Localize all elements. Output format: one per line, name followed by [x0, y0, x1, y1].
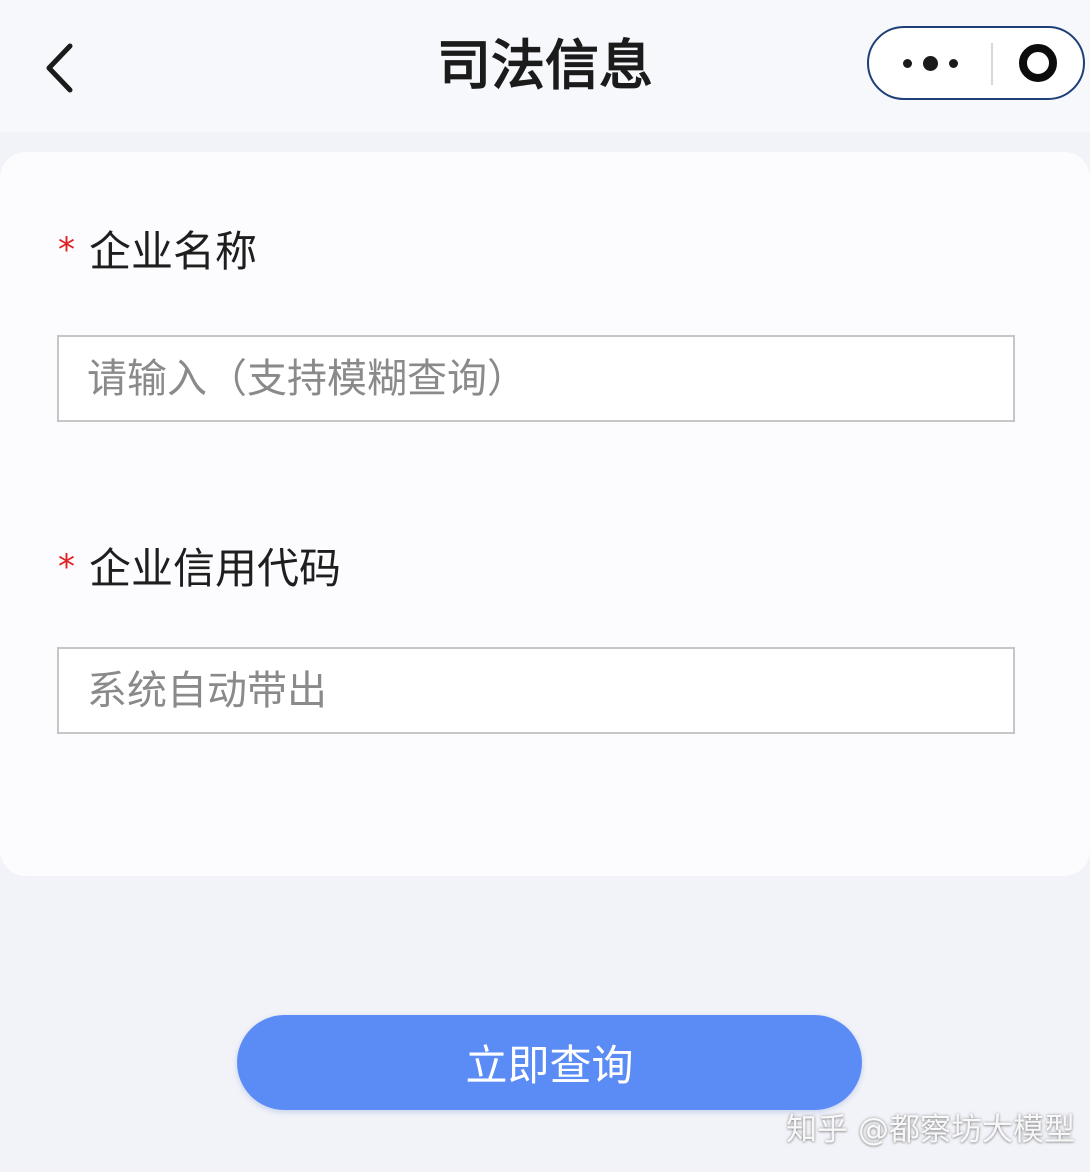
more-dots-icon	[902, 58, 912, 68]
required-asterisk: *	[58, 547, 75, 587]
mini-program-capsule	[867, 26, 1085, 100]
page-title: 司法信息	[437, 34, 653, 97]
required-asterisk: *	[58, 230, 75, 270]
watermark-text: 知乎 @都察坊大模型	[786, 1112, 1075, 1148]
close-miniprogram-button[interactable]	[993, 28, 1083, 98]
target-circle-icon	[1019, 44, 1057, 82]
query-form-card: * 企业名称 * 企业信用代码	[0, 152, 1090, 876]
credit-code-label: * 企业信用代码	[58, 535, 341, 595]
more-button[interactable]	[869, 28, 991, 98]
back-button[interactable]	[30, 36, 90, 100]
navigation-bar: 司法信息	[0, 0, 1090, 132]
company-name-input[interactable]	[57, 335, 1015, 422]
credit-code-label-text: 企业信用代码	[89, 543, 342, 593]
more-dots-icon	[922, 55, 938, 71]
chevron-left-icon	[46, 43, 73, 93]
company-name-label: * 企业名称	[58, 218, 257, 278]
query-now-button[interactable]: 立即查询	[237, 1015, 862, 1110]
credit-code-input[interactable]	[57, 647, 1015, 734]
company-name-label-text: 企业名称	[89, 226, 258, 276]
more-dots-icon	[948, 58, 958, 68]
